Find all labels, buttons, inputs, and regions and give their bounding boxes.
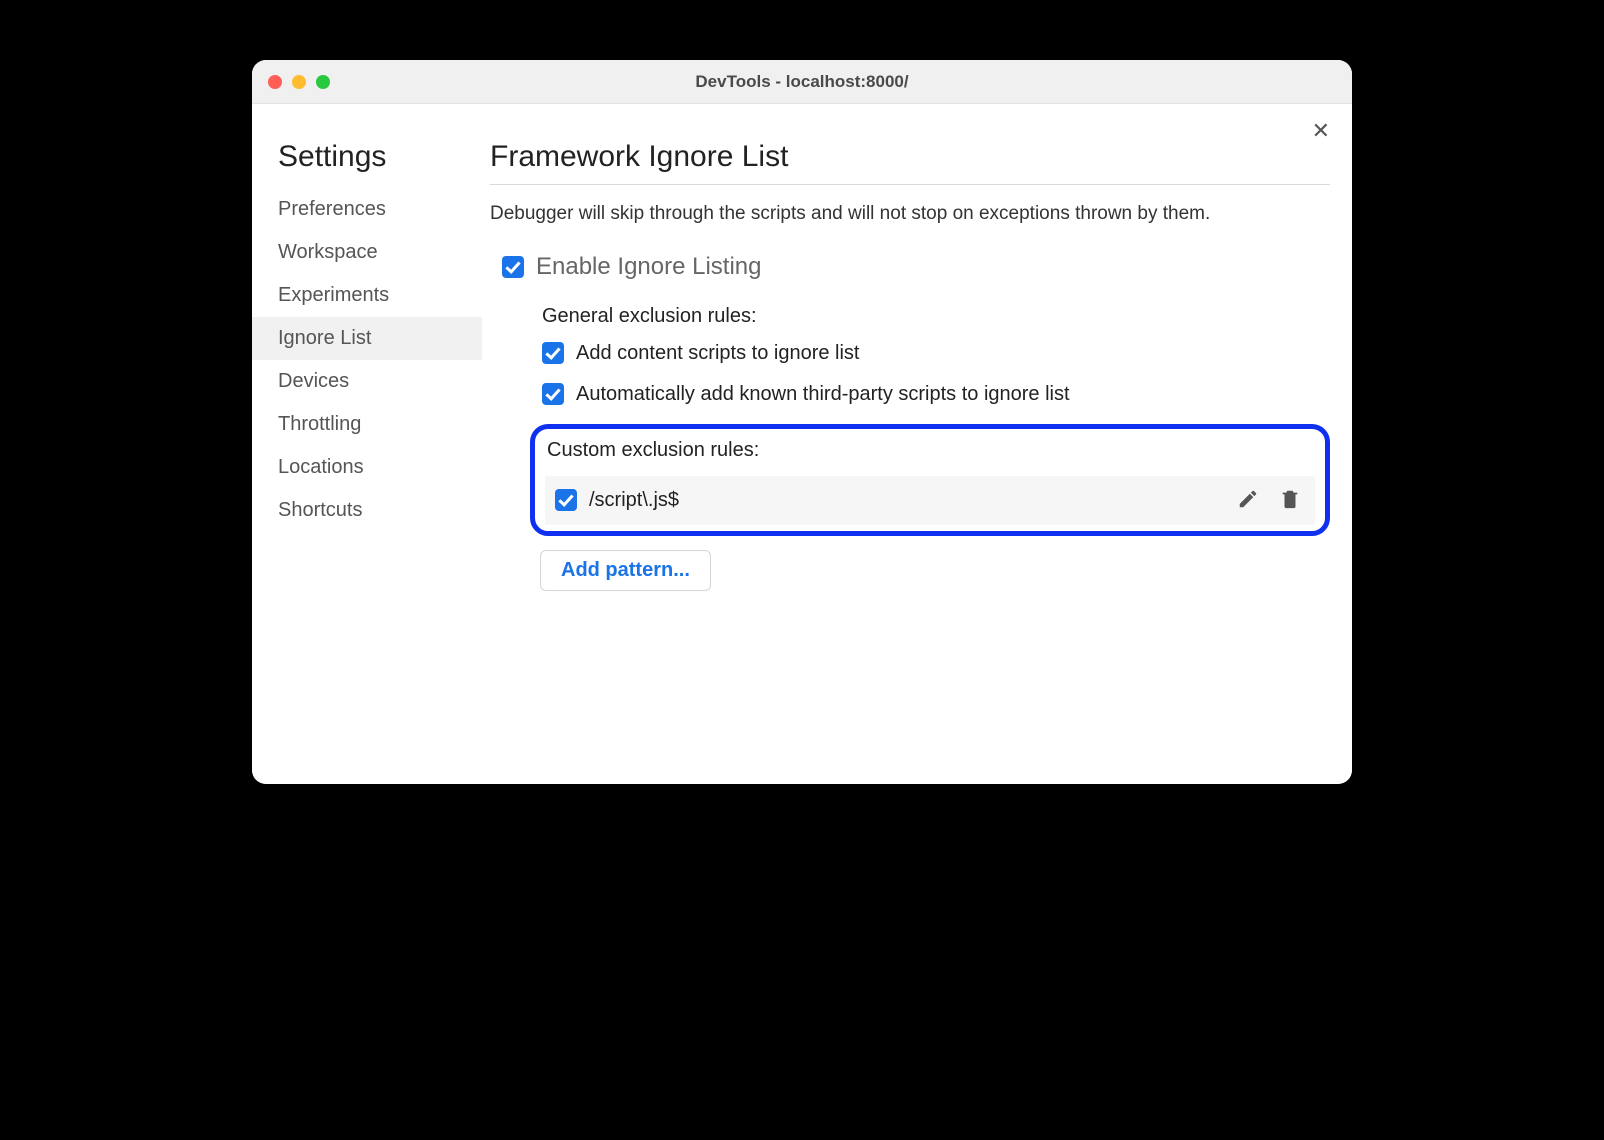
- sidebar-item-ignore-list[interactable]: Ignore List: [252, 317, 482, 360]
- sidebar-item-label: Workspace: [278, 241, 378, 263]
- sidebar-item-throttling[interactable]: Throttling: [252, 403, 482, 446]
- custom-rules-header: Custom exclusion rules:: [547, 439, 1315, 462]
- window-title: DevTools - localhost:8000/: [252, 72, 1352, 92]
- custom-rule-checkbox[interactable]: [555, 489, 577, 511]
- sidebar-item-label: Ignore List: [278, 327, 371, 349]
- page-title: Framework Ignore List: [490, 140, 1330, 185]
- pencil-icon: [1237, 498, 1259, 513]
- general-rules-header: General exclusion rules:: [542, 305, 1330, 328]
- third-party-checkbox[interactable]: [542, 383, 564, 405]
- third-party-label: Automatically add known third-party scri…: [576, 383, 1070, 406]
- content-scripts-checkbox[interactable]: [542, 342, 564, 364]
- sidebar-item-label: Devices: [278, 370, 349, 392]
- sidebar-item-preferences[interactable]: Preferences: [252, 188, 482, 231]
- sidebar-item-locations[interactable]: Locations: [252, 446, 482, 489]
- minimize-window-button[interactable]: [292, 75, 306, 89]
- page-description: Debugger will skip through the scripts a…: [490, 201, 1330, 227]
- sidebar-item-experiments[interactable]: Experiments: [252, 274, 482, 317]
- delete-rule-button[interactable]: [1275, 484, 1305, 517]
- trash-icon: [1279, 498, 1301, 513]
- sidebar-item-label: Preferences: [278, 198, 386, 220]
- enable-ignore-listing-row[interactable]: Enable Ignore Listing: [490, 253, 1330, 281]
- titlebar: DevTools - localhost:8000/: [252, 60, 1352, 104]
- custom-rule-pattern: /script\.js$: [589, 489, 1221, 512]
- sidebar-item-workspace[interactable]: Workspace: [252, 231, 482, 274]
- custom-rules-highlight: Custom exclusion rules: /script\.js$: [530, 424, 1330, 536]
- traffic-lights: [252, 75, 330, 89]
- sidebar-title: Settings: [252, 140, 482, 188]
- edit-rule-button[interactable]: [1233, 484, 1263, 517]
- devtools-window: DevTools - localhost:8000/ ✕ Settings Pr…: [252, 60, 1352, 784]
- settings-main: Framework Ignore List Debugger will skip…: [482, 104, 1352, 784]
- sidebar-item-label: Locations: [278, 456, 364, 478]
- sidebar-item-label: Shortcuts: [278, 499, 362, 521]
- settings-content: ✕ Settings Preferences Workspace Experim…: [252, 104, 1352, 784]
- custom-rule-row: /script\.js$: [545, 476, 1315, 525]
- general-rules-section: General exclusion rules: Add content scr…: [490, 305, 1330, 406]
- maximize-window-button[interactable]: [316, 75, 330, 89]
- close-icon[interactable]: ✕: [1312, 120, 1330, 142]
- content-scripts-rule-row[interactable]: Add content scripts to ignore list: [542, 342, 1330, 365]
- add-pattern-button[interactable]: Add pattern...: [540, 550, 711, 591]
- sidebar-item-shortcuts[interactable]: Shortcuts: [252, 489, 482, 532]
- close-window-button[interactable]: [268, 75, 282, 89]
- sidebar-item-label: Experiments: [278, 284, 389, 306]
- settings-sidebar: Settings Preferences Workspace Experimen…: [252, 104, 482, 784]
- sidebar-item-label: Throttling: [278, 413, 361, 435]
- content-scripts-label: Add content scripts to ignore list: [576, 342, 859, 365]
- enable-ignore-listing-checkbox[interactable]: [502, 256, 524, 278]
- third-party-rule-row[interactable]: Automatically add known third-party scri…: [542, 383, 1330, 406]
- sidebar-item-devices[interactable]: Devices: [252, 360, 482, 403]
- enable-ignore-listing-label: Enable Ignore Listing: [536, 253, 762, 281]
